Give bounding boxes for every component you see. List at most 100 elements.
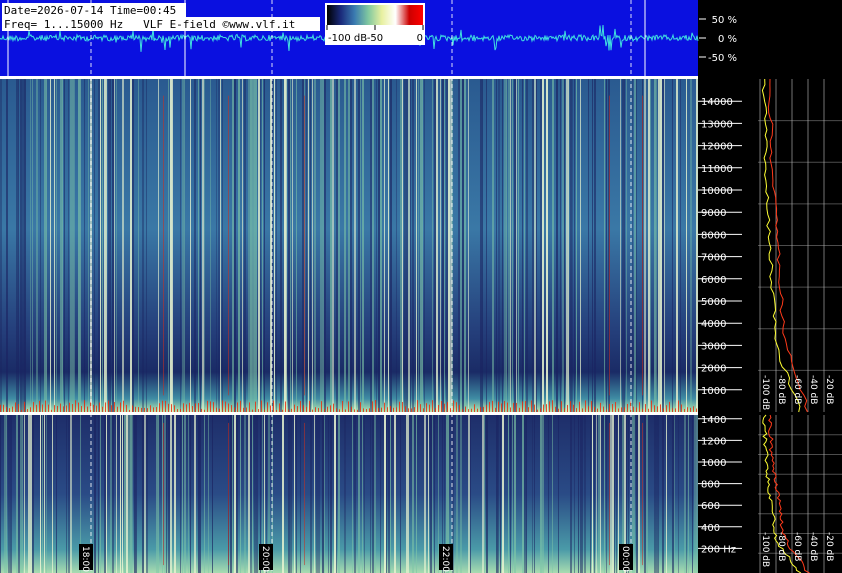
low-frequency-band [315,407,316,412]
spectrogram-streak [432,79,433,412]
low-frequency-band [75,400,76,412]
low-frequency-band [99,402,100,412]
low-frequency-band [129,409,130,412]
low-frequency-band [321,401,322,412]
spectrogram-streak [328,415,329,573]
spectrogram-streak [606,415,607,573]
spectrogram-streak [204,415,205,573]
spectrogram-streak [512,79,513,412]
low-frequency-band [204,409,205,412]
spectrogram-streak [138,79,139,412]
low-frequency-band [612,404,613,412]
low-frequency-band [639,402,640,412]
spectrogram-streak [350,79,352,412]
spectrogram-streak [644,79,646,412]
spectrogram-streak [598,415,600,573]
spectrogram-streak [496,415,498,573]
spectrogram-streak [570,79,572,412]
spectrogram-streak [578,415,579,573]
spectrogram-streak [174,415,176,573]
spectrogram-streak [694,415,696,573]
spectrogram-streak [306,79,307,412]
spectrum-profile-upper: -100 dB -80 dB -60 dB -40 dB -20 dB [758,78,842,413]
freq-tick-label: 6000 [701,275,726,286]
low-frequency-band [594,406,595,412]
spectrogram-streak [462,79,464,412]
waveform-tick-label: 0 % [718,34,737,45]
spectrogram-streak [98,415,99,573]
low-frequency-band [510,407,511,412]
low-frequency-band [423,408,424,412]
low-frequency-band [282,409,283,412]
spectrogram-streak [18,415,20,573]
low-frequency-band [507,402,508,412]
spectrogram-streak [654,415,656,573]
spectrogram-streak [132,415,133,573]
spectrogram-streak [202,79,204,412]
low-frequency-band [438,404,439,412]
freq-tick-label: 12000 [701,142,733,153]
spectrogram-streak [188,415,189,573]
low-frequency-band [306,407,307,412]
spectrogram-streak [526,415,527,573]
low-frequency-band [294,404,295,412]
spectrogram-streak [244,79,246,412]
spectrogram-streak [588,79,589,412]
low-frequency-band [240,400,241,412]
spectrogram-streak [260,79,261,412]
spectrogram-streak [84,79,85,412]
spectrogram-streak [116,415,117,573]
spectrogram-streak [320,79,322,412]
spectrogram-streak [384,415,386,573]
spectrogram-streak [648,79,650,412]
low-frequency-band [183,403,184,412]
spectrogram-streak [30,79,31,412]
spectrogram-streak [360,79,361,412]
spectrogram-streak [162,415,163,573]
freq-tick-label: 1400 [701,415,726,426]
spectrogram-streak [110,415,112,573]
spectrogram-streak [464,79,466,412]
low-frequency-band [135,406,136,412]
spectrogram-streak [684,415,686,573]
spectrogram-streak [194,415,196,573]
low-frequency-band [24,401,25,412]
low-frequency-band [192,406,193,412]
spectrogram-streak [344,79,346,412]
spectrogram-streak [604,415,605,573]
spectrogram-streak [20,79,22,412]
low-frequency-band [234,407,235,412]
spectrogram-streak [636,79,637,412]
spectrogram-streak [558,415,559,573]
low-frequency-band [255,401,256,412]
low-frequency-band [579,401,580,412]
spectrogram-streak [310,79,311,412]
low-frequency-band [96,405,97,412]
spectrogram-streak [396,79,397,412]
spectrogram-streak [332,79,334,412]
spectrogram-streak [46,415,47,573]
spectrogram-streak [254,415,256,573]
spectrogram-streak [542,79,544,412]
spectrogram-streak [248,79,250,412]
low-frequency-band [267,402,268,412]
low-frequency-band [588,406,589,412]
spectrogram-streak [170,79,172,412]
low-frequency-band [420,404,421,412]
spectrogram-streak [654,79,656,412]
spectrogram-streak [180,79,181,412]
spectrogram-streak [430,415,432,573]
spectrogram-streak [232,415,233,573]
spectrogram-streak [412,415,414,573]
spectrogram-streak [72,79,74,412]
low-frequency-band [93,404,94,412]
freq-tick-label: 11000 [701,164,733,175]
low-frequency-band [84,400,85,412]
spectrogram-streak [258,79,260,412]
spectrogram-streak [158,415,159,573]
spectrogram-streak [316,415,318,573]
spectrogram-streak [592,79,593,412]
spectrogram-streak [618,415,619,573]
low-frequency-band [138,407,139,412]
spectrogram-streak [182,415,183,573]
